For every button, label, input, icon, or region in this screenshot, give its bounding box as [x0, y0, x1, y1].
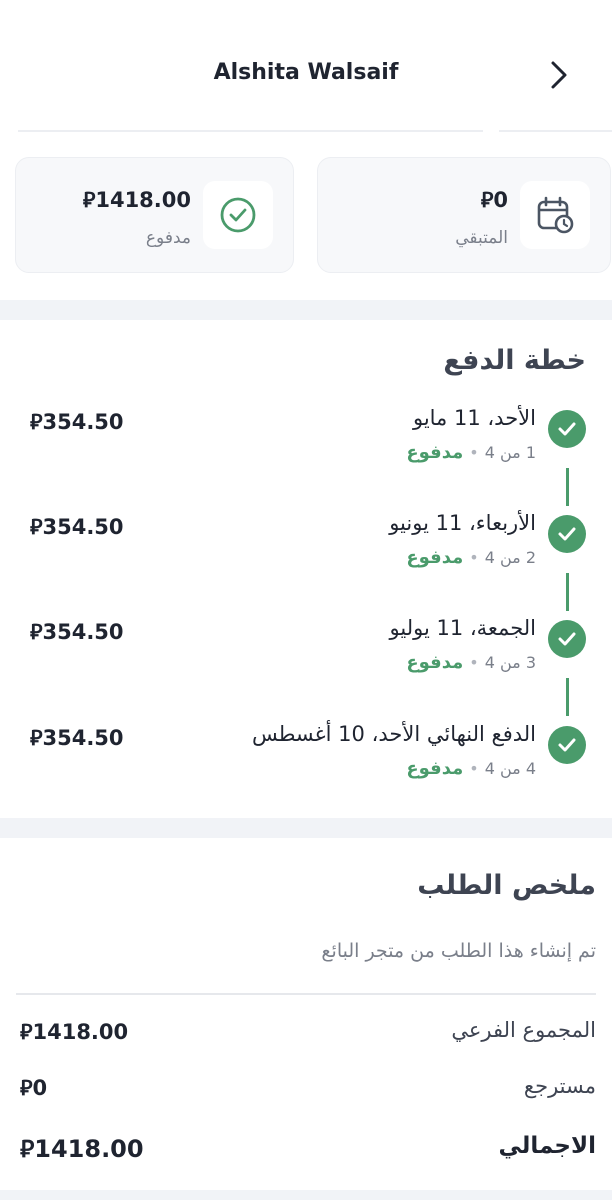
refund-value: 0⃁ — [20, 1076, 48, 1100]
section-separator — [0, 1190, 612, 1200]
subtotal-row: المجموع الفرعي 1418.00⃁ — [16, 1018, 596, 1058]
payment-plan-item: الدفع النهائي الأحد، 10 أغسطس 4 من 4•مدف… — [0, 716, 612, 796]
check-icon — [548, 515, 586, 553]
remaining-card: 0⃁ المتبقي — [317, 157, 611, 273]
installment-status: مدفوع — [406, 652, 464, 673]
riyal-icon: ⃁ — [30, 410, 43, 434]
riyal-icon: ⃁ — [20, 1020, 33, 1044]
total-label: الاجمالي — [498, 1133, 596, 1159]
installment-amount: 354.50⃁ — [30, 620, 124, 644]
installment-date: الأحد، 11 مايو — [412, 406, 536, 430]
check-icon — [548, 726, 586, 764]
total-row: الاجمالي 1418.00⃁ — [16, 1133, 596, 1173]
check-icon — [548, 410, 586, 448]
check-circle-icon — [203, 181, 273, 249]
installment-status: مدفوع — [406, 442, 464, 463]
installment-count: 3 من 4 — [484, 653, 536, 672]
header-divider — [499, 130, 612, 132]
riyal-icon: ⃁ — [30, 620, 43, 644]
paid-label: مدفوع — [145, 228, 191, 248]
installment-amount: 354.50⃁ — [30, 515, 124, 539]
calendar-clock-icon — [520, 181, 590, 249]
installment-date: الدفع النهائي الأحد، 10 أغسطس — [251, 722, 536, 746]
remaining-amount: 0⃁ — [480, 188, 508, 212]
installment-count: 4 من 4 — [484, 759, 536, 778]
installment-status: مدفوع — [406, 547, 464, 568]
refund-row: مسترجع 0⃁ — [16, 1074, 596, 1114]
order-summary-title: ملخص الطلب — [417, 870, 596, 901]
installment-meta: 4 من 4•مدفوع — [406, 758, 536, 779]
customer-name-title: Alshita Walsaif — [213, 60, 399, 85]
payment-plan-item: الجمعة، 11 يوليو 3 من 4•مدفوع 354.50⃁ — [0, 610, 612, 690]
refund-label: مسترجع — [523, 1074, 596, 1098]
section-separator — [0, 300, 612, 320]
section-separator — [0, 818, 612, 838]
header-divider — [18, 130, 483, 132]
subtotal-value: 1418.00⃁ — [20, 1020, 129, 1044]
chevron-right-icon[interactable] — [544, 58, 574, 92]
installment-meta: 2 من 4•مدفوع — [406, 547, 536, 568]
installment-count: 2 من 4 — [484, 548, 536, 567]
installment-count: 1 من 4 — [484, 443, 536, 462]
installment-date: الأربعاء، 11 يونيو — [389, 511, 536, 535]
installment-date: الجمعة، 11 يوليو — [389, 616, 536, 640]
riyal-icon: ⃁ — [480, 188, 494, 212]
total-value: 1418.00⃁ — [20, 1135, 144, 1163]
riyal-icon: ⃁ — [20, 1135, 35, 1163]
installment-amount: 354.50⃁ — [30, 726, 124, 750]
payment-plan-item: الأربعاء، 11 يونيو 2 من 4•مدفوع 354.50⃁ — [0, 505, 612, 585]
remaining-label: المتبقي — [455, 228, 508, 248]
paid-amount: 1418.00⃁ — [82, 188, 191, 212]
paid-card: 1418.00⃁ مدفوع — [15, 157, 294, 273]
order-created-note: تم إنشاء هذا الطلب من متجر البائع — [321, 940, 596, 962]
riyal-icon: ⃁ — [30, 515, 43, 539]
riyal-icon: ⃁ — [30, 726, 43, 750]
riyal-icon: ⃁ — [82, 188, 96, 212]
installment-amount: 354.50⃁ — [30, 410, 124, 434]
riyal-icon: ⃁ — [20, 1076, 33, 1100]
installment-meta: 3 من 4•مدفوع — [406, 652, 536, 673]
header: Alshita Walsaif — [0, 0, 612, 132]
payment-plan-title: خطة الدفع — [443, 345, 586, 376]
check-icon — [548, 620, 586, 658]
installment-meta: 1 من 4•مدفوع — [406, 442, 536, 463]
subtotal-label: المجموع الفرعي — [451, 1018, 596, 1042]
payment-plan-item: الأحد، 11 مايو 1 من 4•مدفوع 354.50⃁ — [0, 400, 612, 480]
installment-status: مدفوع — [406, 758, 464, 779]
summary-divider — [16, 993, 596, 995]
